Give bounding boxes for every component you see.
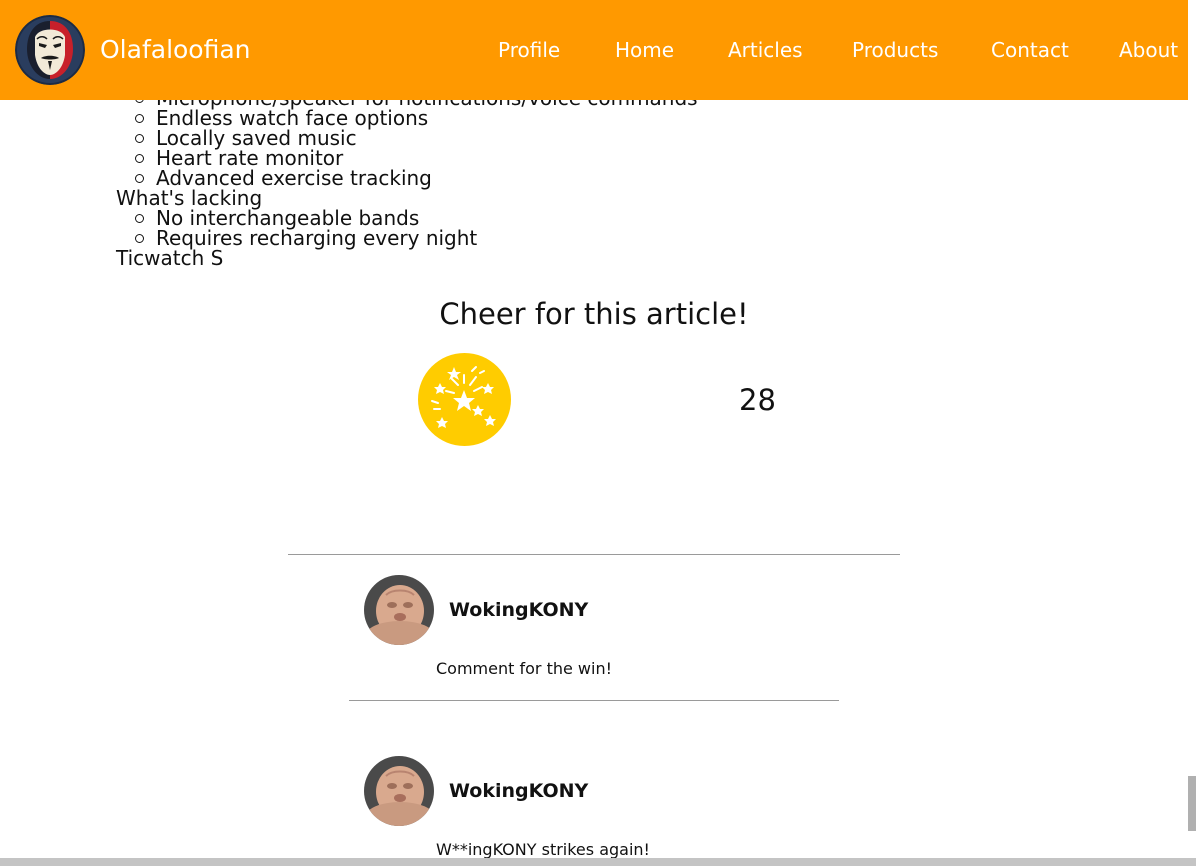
site-name[interactable]: Olafaloofian (100, 33, 251, 67)
page: Microphone/speaker for notifications/voi… (0, 0, 1196, 866)
cheer-button[interactable] (418, 353, 511, 446)
user-avatar-icon (364, 756, 434, 826)
list-item: Locally saved music (135, 128, 816, 148)
comment-author[interactable]: WokingKONY (449, 778, 588, 804)
mask-avatar-icon (15, 15, 85, 85)
nav-articles[interactable]: Articles (728, 36, 803, 64)
brand-avatar[interactable] (15, 15, 85, 85)
comment-divider (349, 700, 839, 701)
comment-author[interactable]: WokingKONY (449, 597, 588, 623)
comment-text: Comment for the win! (436, 659, 612, 678)
cheer-title: Cheer for this article! (439, 297, 749, 331)
fireworks-icon (431, 366, 496, 428)
avatar[interactable] (364, 575, 434, 645)
features-list: Microphone/speaker for notifications/voi… (116, 88, 816, 188)
user-avatar-icon (364, 575, 434, 645)
list-item: Endless watch face options (135, 108, 816, 128)
nav-products[interactable]: Products (852, 36, 938, 64)
nav-contact[interactable]: Contact (991, 36, 1069, 64)
avatar[interactable] (364, 756, 434, 826)
nav-home[interactable]: Home (615, 36, 674, 64)
lacking-list: No interchangeable bands Requires rechar… (116, 208, 816, 248)
lacking-heading: What's lacking (116, 186, 263, 210)
nav-about[interactable]: About (1119, 36, 1178, 64)
list-item: No interchangeable bands (135, 208, 816, 228)
horizontal-scrollbar[interactable] (0, 858, 1196, 866)
vertical-scrollbar-thumb[interactable] (1188, 776, 1196, 831)
list-item: Advanced exercise tracking (135, 168, 816, 188)
comments-divider (288, 554, 900, 555)
product-heading: Ticwatch S (116, 246, 224, 270)
top-navbar: Olafaloofian Profile Home Articles Produ… (0, 0, 1188, 100)
list-item: Heart rate monitor (135, 148, 816, 168)
cheer-count: 28 (739, 383, 776, 417)
article-body: Microphone/speaker for notifications/voi… (116, 88, 816, 268)
nav-profile[interactable]: Profile (498, 36, 560, 64)
list-item: Requires recharging every night (135, 228, 816, 248)
